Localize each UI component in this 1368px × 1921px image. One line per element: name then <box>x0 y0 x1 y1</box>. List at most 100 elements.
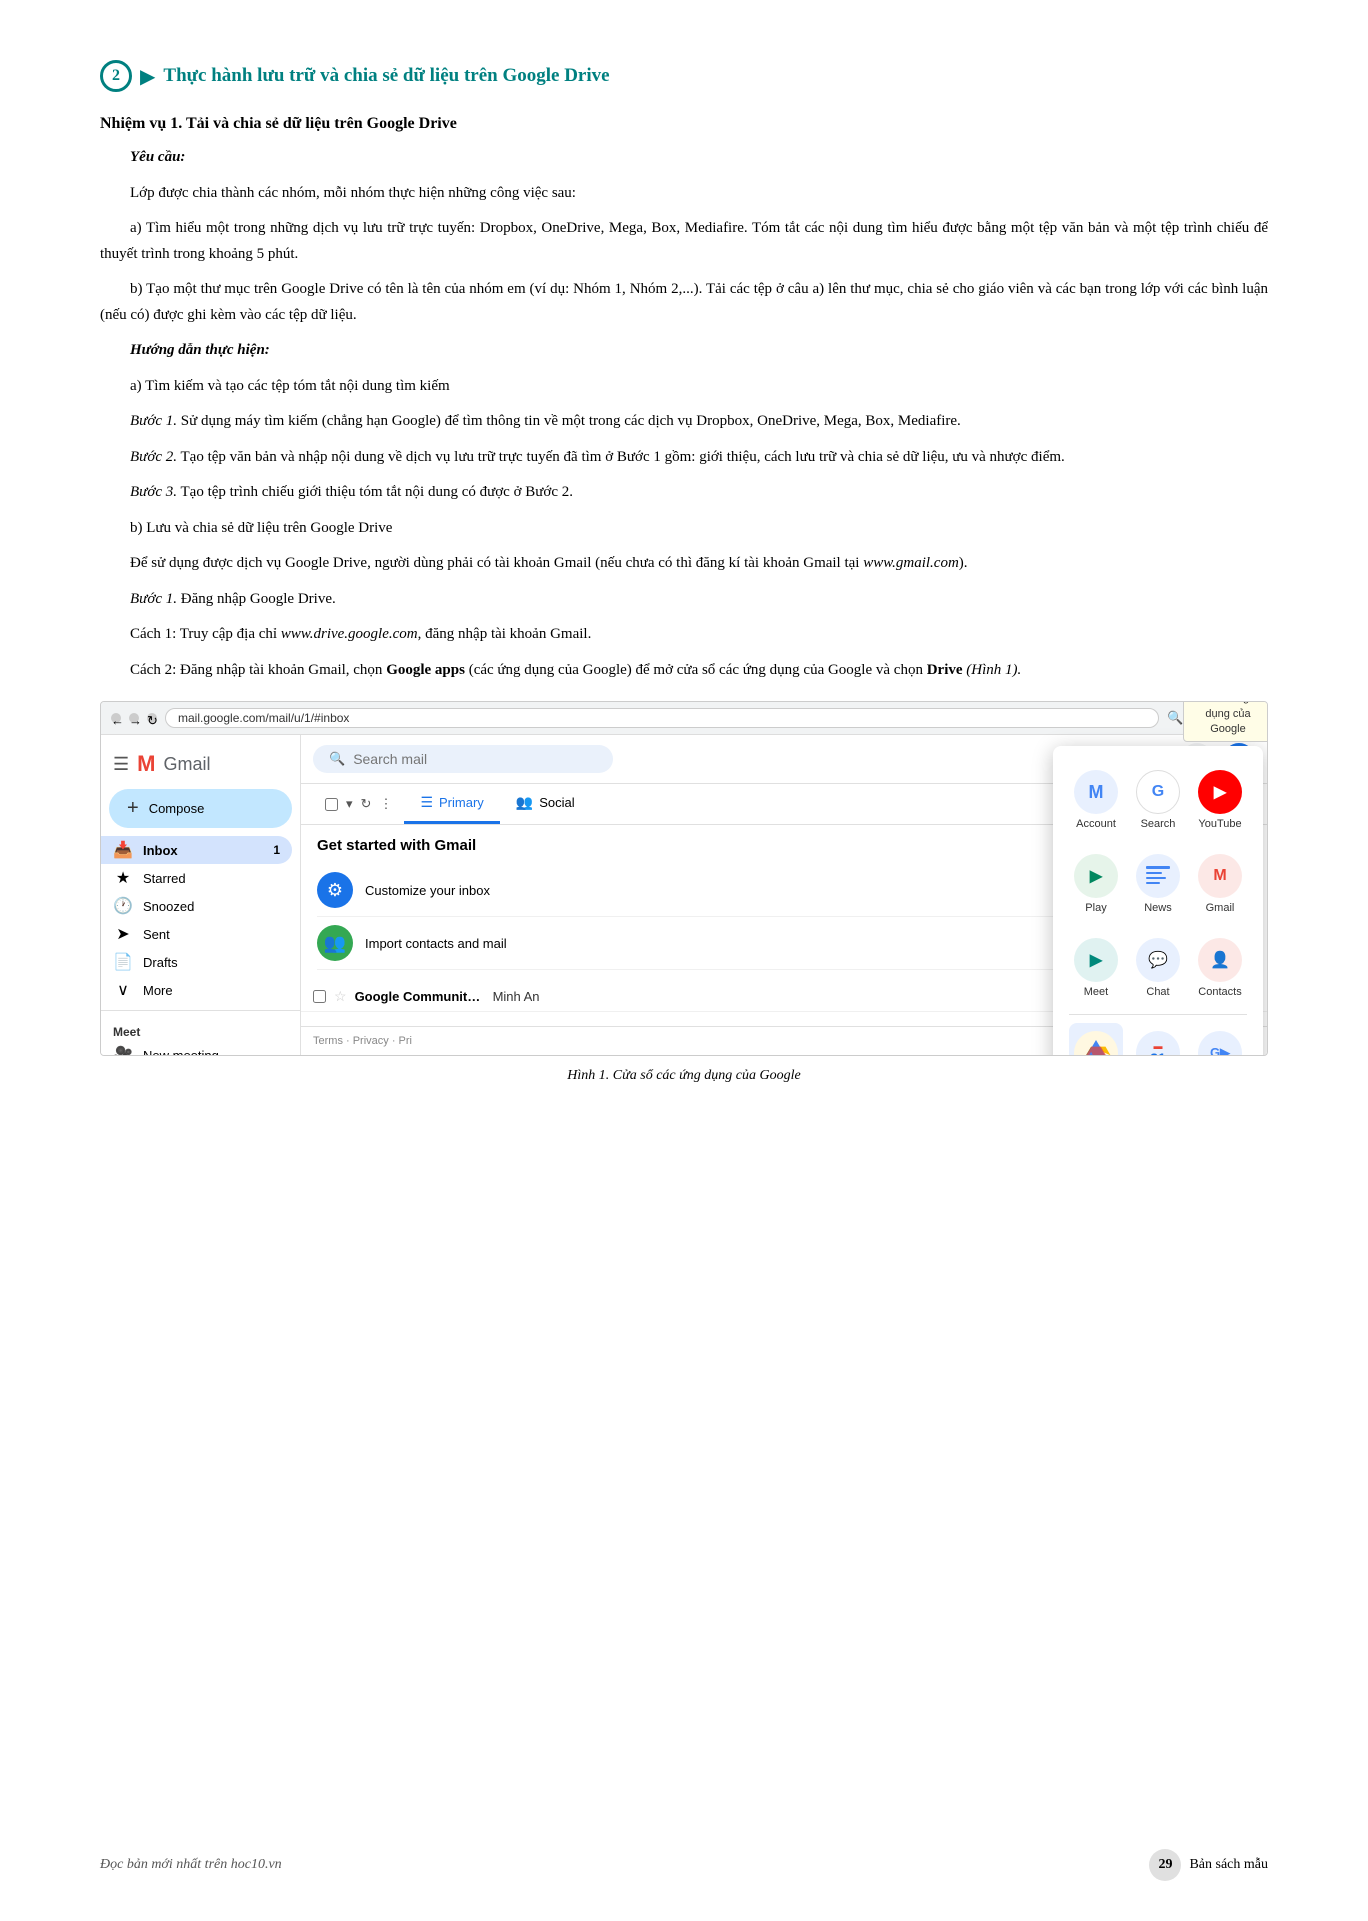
compose-button[interactable]: + Compose <box>109 789 292 828</box>
app-item-chat[interactable]: 💬 Chat <box>1131 930 1185 1006</box>
tab-primary[interactable]: ☰ Primary <box>404 784 499 824</box>
gmail-search-bar[interactable]: 🔍 <box>313 745 613 773</box>
search-label: Search <box>1141 818 1176 830</box>
search-icon: 🔍 <box>329 751 345 767</box>
apps-grid: M Account G Search ▶ YouTube <box>1069 762 1247 1006</box>
chat-icon: 💬 <box>1136 938 1180 982</box>
gmail-label: Gmail <box>1206 902 1235 914</box>
email-checkbox[interactable] <box>313 990 326 1003</box>
app-item-gmail[interactable]: M Gmail <box>1193 846 1247 922</box>
arrow-icon: ▶ <box>140 64 155 89</box>
cach1-para: Cách 1: Truy cập địa chỉ www.drive.googl… <box>100 622 1268 648</box>
drafts-icon: 📄 <box>113 952 133 972</box>
new-meeting-label: New meeting <box>143 1048 219 1057</box>
meet-label: Meet <box>1084 986 1108 998</box>
contacts-label: Contacts <box>1198 986 1241 998</box>
sidebar-item-drafts[interactable]: 📄 Drafts <box>101 948 292 976</box>
footer-left: Đọc bản mới nhất trên hoc10.vn <box>100 1857 282 1873</box>
gdrive-para: Để sử dụng được dịch vụ Google Drive, ng… <box>100 551 1268 577</box>
calendar-icon: ▬ 31 <box>1136 1031 1180 1056</box>
new-meeting-icon: 🎥 <box>113 1045 133 1056</box>
refresh-icon[interactable]: ↻ <box>361 796 372 812</box>
chat-label: Chat <box>1146 986 1169 998</box>
search-input[interactable] <box>353 751 533 767</box>
app-item-contacts[interactable]: 👤 Contacts <box>1193 930 1247 1006</box>
email-list-toolbar: ▾ ↻ ⋮ <box>313 784 404 824</box>
gmail-body: ☰ M Gmail + Compose 📥 Inbox 1 ★ <box>101 735 1267 1055</box>
inbox-label: Inbox <box>143 843 178 858</box>
select-all-checkbox[interactable] <box>325 798 338 811</box>
app-item-translate[interactable]: G▶ Translate <box>1193 1023 1247 1056</box>
app-item-play[interactable]: ▶ Play <box>1069 846 1123 922</box>
primary-tab-icon: ☰ <box>420 794 433 811</box>
hd-b: b) Lưu và chia sẻ dữ liệu trên Google Dr… <box>100 516 1268 542</box>
more-label: More <box>143 983 173 998</box>
play-icon: ▶ <box>1074 854 1118 898</box>
app-item-drive[interactable]: △ Drive <box>1069 1023 1123 1056</box>
email-sender: Google Community Te. <box>355 989 485 1004</box>
dropdown-icon[interactable]: ▾ <box>346 796 353 812</box>
sidebar-item-more[interactable]: ∨ More <box>101 976 292 1004</box>
browser-forward-btn[interactable]: → <box>129 713 139 723</box>
sidebar-divider <box>101 1010 300 1011</box>
meet-section-label: Meet <box>101 1017 300 1041</box>
browser-refresh-btn[interactable]: ↻ <box>147 713 157 723</box>
callout-apps: Các ứng dụng của Google <box>1183 701 1268 742</box>
more-options-icon[interactable]: ⋮ <box>379 796 392 812</box>
gmail-screenshot: ← → ↻ mail.google.com/mail/u/1/#inbox 🔍 … <box>100 701 1268 1056</box>
compose-plus-icon: + <box>127 797 139 820</box>
buoc1b-para: Bước 1. Đăng nhập Google Drive. <box>100 587 1268 613</box>
drafts-label: Drafts <box>143 955 178 970</box>
section-header: 2 ▶ Thực hành lưu trữ và chia sẻ dữ liệu… <box>100 60 1268 92</box>
buoc1-para: Bước 1. Sử dụng máy tìm kiếm (chẳng hạn … <box>100 409 1268 435</box>
news-label: News <box>1144 902 1172 914</box>
section-title: Thực hành lưu trữ và chia sẻ dữ liệu trê… <box>163 65 609 87</box>
import-icon: 👥 <box>317 925 353 961</box>
youtube-icon: ▶ <box>1198 770 1242 814</box>
browser-back-btn[interactable]: ← <box>111 713 121 723</box>
sidebar-item-new-meeting[interactable]: 🎥 New meeting <box>101 1041 292 1056</box>
url-bar[interactable]: mail.google.com/mail/u/1/#inbox <box>165 708 1159 728</box>
inbox-badge: 1 <box>273 843 280 857</box>
email-star-icon[interactable]: ☆ <box>334 988 347 1005</box>
gmail-logo-row: ☰ M Gmail <box>101 745 300 789</box>
sidebar-item-sent[interactable]: ➤ Sent <box>101 920 292 948</box>
para2b: b) Tạo một thư mục trên Google Drive có … <box>100 277 1268 328</box>
figure-caption: Hình 1. Cửa sổ các ứng dụng của Google <box>100 1064 1268 1088</box>
buoc2-para: Bước 2. Tạo tệp văn bản và nhập nội dung… <box>100 445 1268 471</box>
sidebar-item-inbox[interactable]: 📥 Inbox 1 <box>101 836 292 864</box>
sidebar-item-starred[interactable]: ★ Starred <box>101 864 292 892</box>
app-item-news[interactable]: News <box>1131 846 1185 922</box>
social-tab-icon: 👥 <box>516 794 533 811</box>
hamburger-icon[interactable]: ☰ <box>113 754 129 775</box>
social-tab-label: Social <box>539 795 574 810</box>
gmail-icon: M <box>1198 854 1242 898</box>
app-item-youtube[interactable]: ▶ YouTube <box>1193 762 1247 838</box>
contacts-icon: 👤 <box>1198 938 1242 982</box>
app-item-calendar[interactable]: ▬ 31 Calendar <box>1131 1023 1185 1056</box>
sidebar-item-snoozed[interactable]: 🕐 Snoozed <box>101 892 292 920</box>
search-browser-icon[interactable]: 🔍 <box>1167 710 1183 726</box>
inbox-icon: 📥 <box>113 840 133 860</box>
huong-dan-label: Hướng dẫn thực hiện: <box>130 338 1268 364</box>
page-footer: Đọc bản mới nhất trên hoc10.vn 29 Bản sá… <box>0 1849 1368 1881</box>
footer-right: 29 Bản sách mẫu <box>1149 1849 1268 1881</box>
drive-icon: △ <box>1074 1031 1118 1056</box>
gmail-logo-text: Gmail <box>163 754 210 775</box>
meet-icon: ▶ <box>1074 938 1118 982</box>
apps-popup: M Account G Search ▶ YouTube <box>1053 746 1263 1056</box>
sent-icon: ➤ <box>113 924 133 944</box>
news-icon <box>1136 854 1180 898</box>
sent-label: Sent <box>143 927 170 942</box>
gmail-sidebar: ☰ M Gmail + Compose 📥 Inbox 1 ★ <box>101 735 301 1055</box>
page-number: 29 <box>1149 1849 1181 1881</box>
app-item-account[interactable]: M Account <box>1069 762 1123 838</box>
snoozed-label: Snoozed <box>143 899 194 914</box>
starred-icon: ★ <box>113 868 133 888</box>
tab-social[interactable]: 👥 Social <box>500 784 591 824</box>
app-item-search[interactable]: G Search <box>1131 762 1185 838</box>
para2a: a) Tìm hiểu một trong những dịch vụ lưu … <box>100 216 1268 267</box>
app-item-meet[interactable]: ▶ Meet <box>1069 930 1123 1006</box>
snoozed-icon: 🕐 <box>113 896 133 916</box>
popup-divider <box>1069 1014 1247 1015</box>
